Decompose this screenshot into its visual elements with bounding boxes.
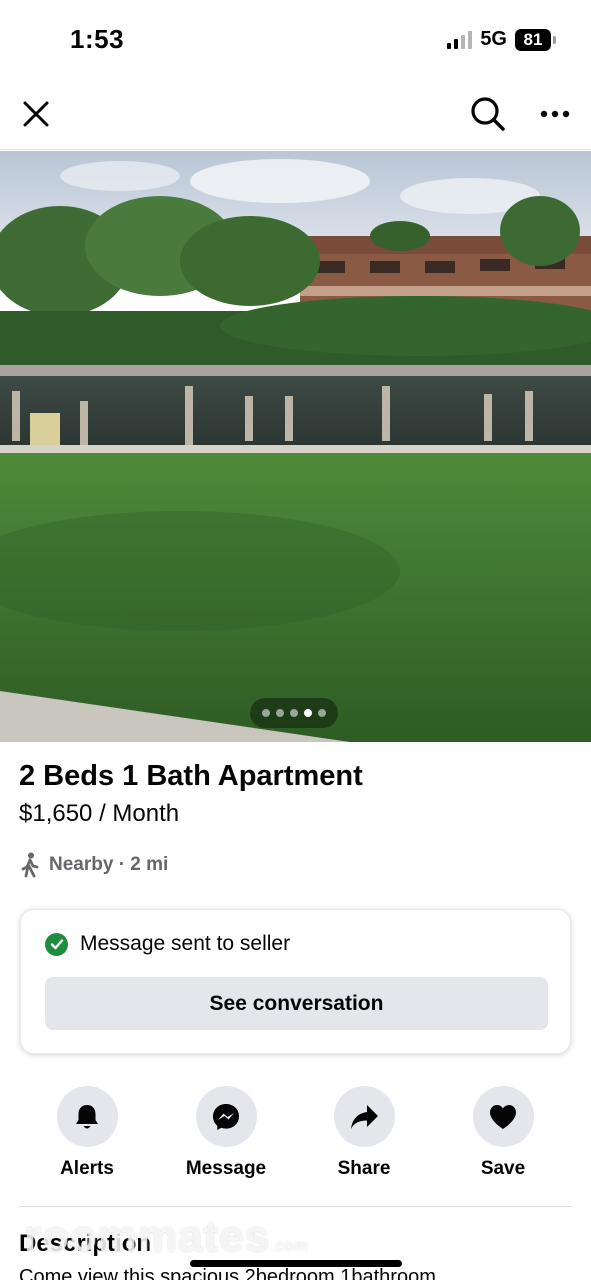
message-status-text: Message sent to seller <box>80 932 291 955</box>
network-label: 5G <box>480 28 507 50</box>
signal-icon <box>447 30 473 49</box>
pagination-dot[interactable] <box>318 709 326 717</box>
close-icon <box>23 101 49 127</box>
pagination-dot[interactable] <box>290 709 298 717</box>
check-circle-icon <box>45 932 68 956</box>
watermark-suffix: .com <box>270 1238 309 1255</box>
listing-photo[interactable] <box>0 151 591 742</box>
search-button[interactable] <box>466 92 510 136</box>
share-label: Share <box>337 1158 391 1179</box>
save-circle[interactable] <box>472 1086 534 1147</box>
pagination-dot[interactable] <box>262 709 270 717</box>
save-button[interactable]: Save <box>443 1086 563 1180</box>
more-icon <box>540 110 570 118</box>
message-circle[interactable] <box>195 1086 257 1147</box>
status-indicators: 5G 81 <box>447 28 556 51</box>
save-label: Save <box>480 1158 526 1179</box>
pagination-dot[interactable] <box>276 709 284 717</box>
bell-icon <box>76 1104 98 1128</box>
alerts-button[interactable]: Alerts <box>27 1086 147 1180</box>
status-bar: 1:53 5G 81 <box>0 0 591 78</box>
message-button[interactable]: Message <box>166 1086 286 1180</box>
message-label: Message <box>185 1158 267 1179</box>
close-button[interactable] <box>14 92 58 136</box>
pagination-dot-active[interactable] <box>304 709 312 717</box>
top-nav <box>0 78 591 150</box>
share-circle[interactable] <box>333 1086 395 1147</box>
walking-person-icon <box>21 852 39 878</box>
message-sent-card: Message sent to seller See conversation <box>20 909 571 1054</box>
listing-location: Nearby · 2 mi <box>19 852 168 878</box>
watermark: roommates.com <box>24 1212 309 1262</box>
home-indicator[interactable] <box>190 1260 402 1267</box>
action-bar: Alerts Message Share Save <box>0 1086 591 1186</box>
alerts-circle[interactable] <box>56 1086 118 1147</box>
message-status: Message sent to seller <box>45 932 290 956</box>
share-button[interactable]: Share <box>304 1086 424 1180</box>
heart-icon <box>490 1104 516 1129</box>
divider <box>19 1206 572 1207</box>
location-text: Nearby · 2 mi <box>49 854 169 875</box>
see-conversation-button[interactable]: See conversation <box>45 977 548 1030</box>
status-time: 1:53 <box>70 24 125 54</box>
messenger-icon <box>213 1103 239 1130</box>
listing-price: $1,650 / Month <box>19 800 180 827</box>
photo-pagination[interactable] <box>250 698 338 728</box>
alerts-label: Alerts <box>60 1158 114 1179</box>
more-button[interactable] <box>533 92 577 136</box>
share-arrow-icon <box>351 1104 378 1129</box>
listing-title: 2 Beds 1 Bath Apartment <box>19 760 363 792</box>
battery-icon: 81 <box>515 28 556 51</box>
description-text: Come view this spacious 2bedroom 1bathro… <box>19 1266 436 1280</box>
watermark-text: roommates <box>24 1212 271 1261</box>
search-icon <box>471 97 505 131</box>
